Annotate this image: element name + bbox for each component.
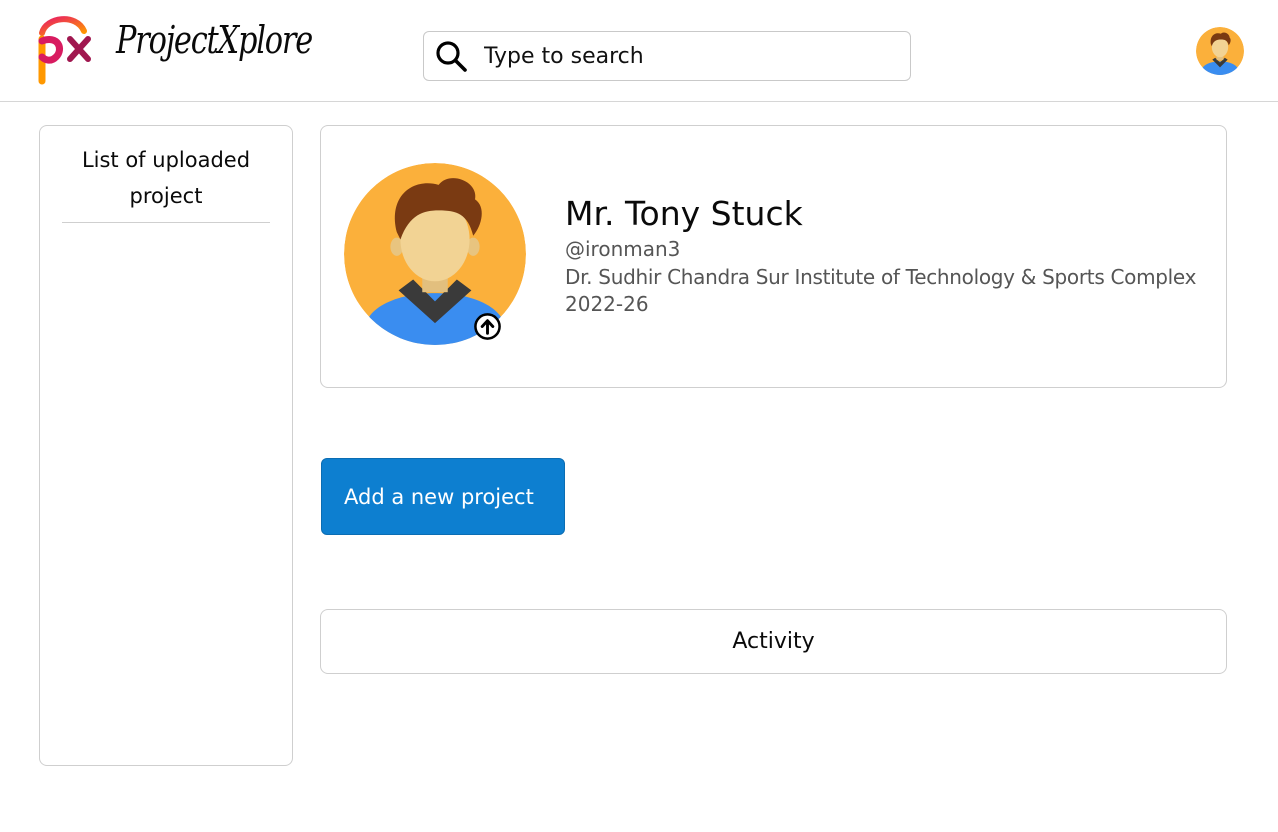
profile-institute: Dr. Sudhir Chandra Sur Institute of Tech… — [565, 265, 1197, 289]
top-header: ProjectXplore — [0, 0, 1278, 102]
activity-panel[interactable]: Activity — [320, 609, 1227, 674]
user-avatar-icon[interactable] — [1196, 27, 1244, 75]
sidebar-title: List of uploaded project — [62, 142, 270, 223]
upload-arrow-icon[interactable] — [473, 312, 502, 341]
logo-text: ProjectXplore — [116, 18, 313, 62]
profile-session: 2022-26 — [565, 292, 649, 316]
profile-handle: @ironman3 — [565, 237, 681, 261]
add-new-project-button[interactable]: Add a new project — [321, 458, 565, 535]
profile-name: Mr. Tony Stuck — [565, 194, 803, 233]
uploaded-projects-sidebar: List of uploaded project — [39, 125, 293, 766]
logo-mark-icon — [38, 16, 91, 85]
search-input[interactable] — [484, 43, 884, 69]
logo[interactable]: ProjectXplore — [36, 14, 313, 86]
profile-card: Mr. Tony Stuck @ironman3 Dr. Sudhir Chan… — [320, 125, 1227, 388]
search-bar[interactable] — [423, 31, 911, 81]
activity-label: Activity — [732, 629, 815, 654]
search-icon[interactable] — [434, 39, 468, 73]
